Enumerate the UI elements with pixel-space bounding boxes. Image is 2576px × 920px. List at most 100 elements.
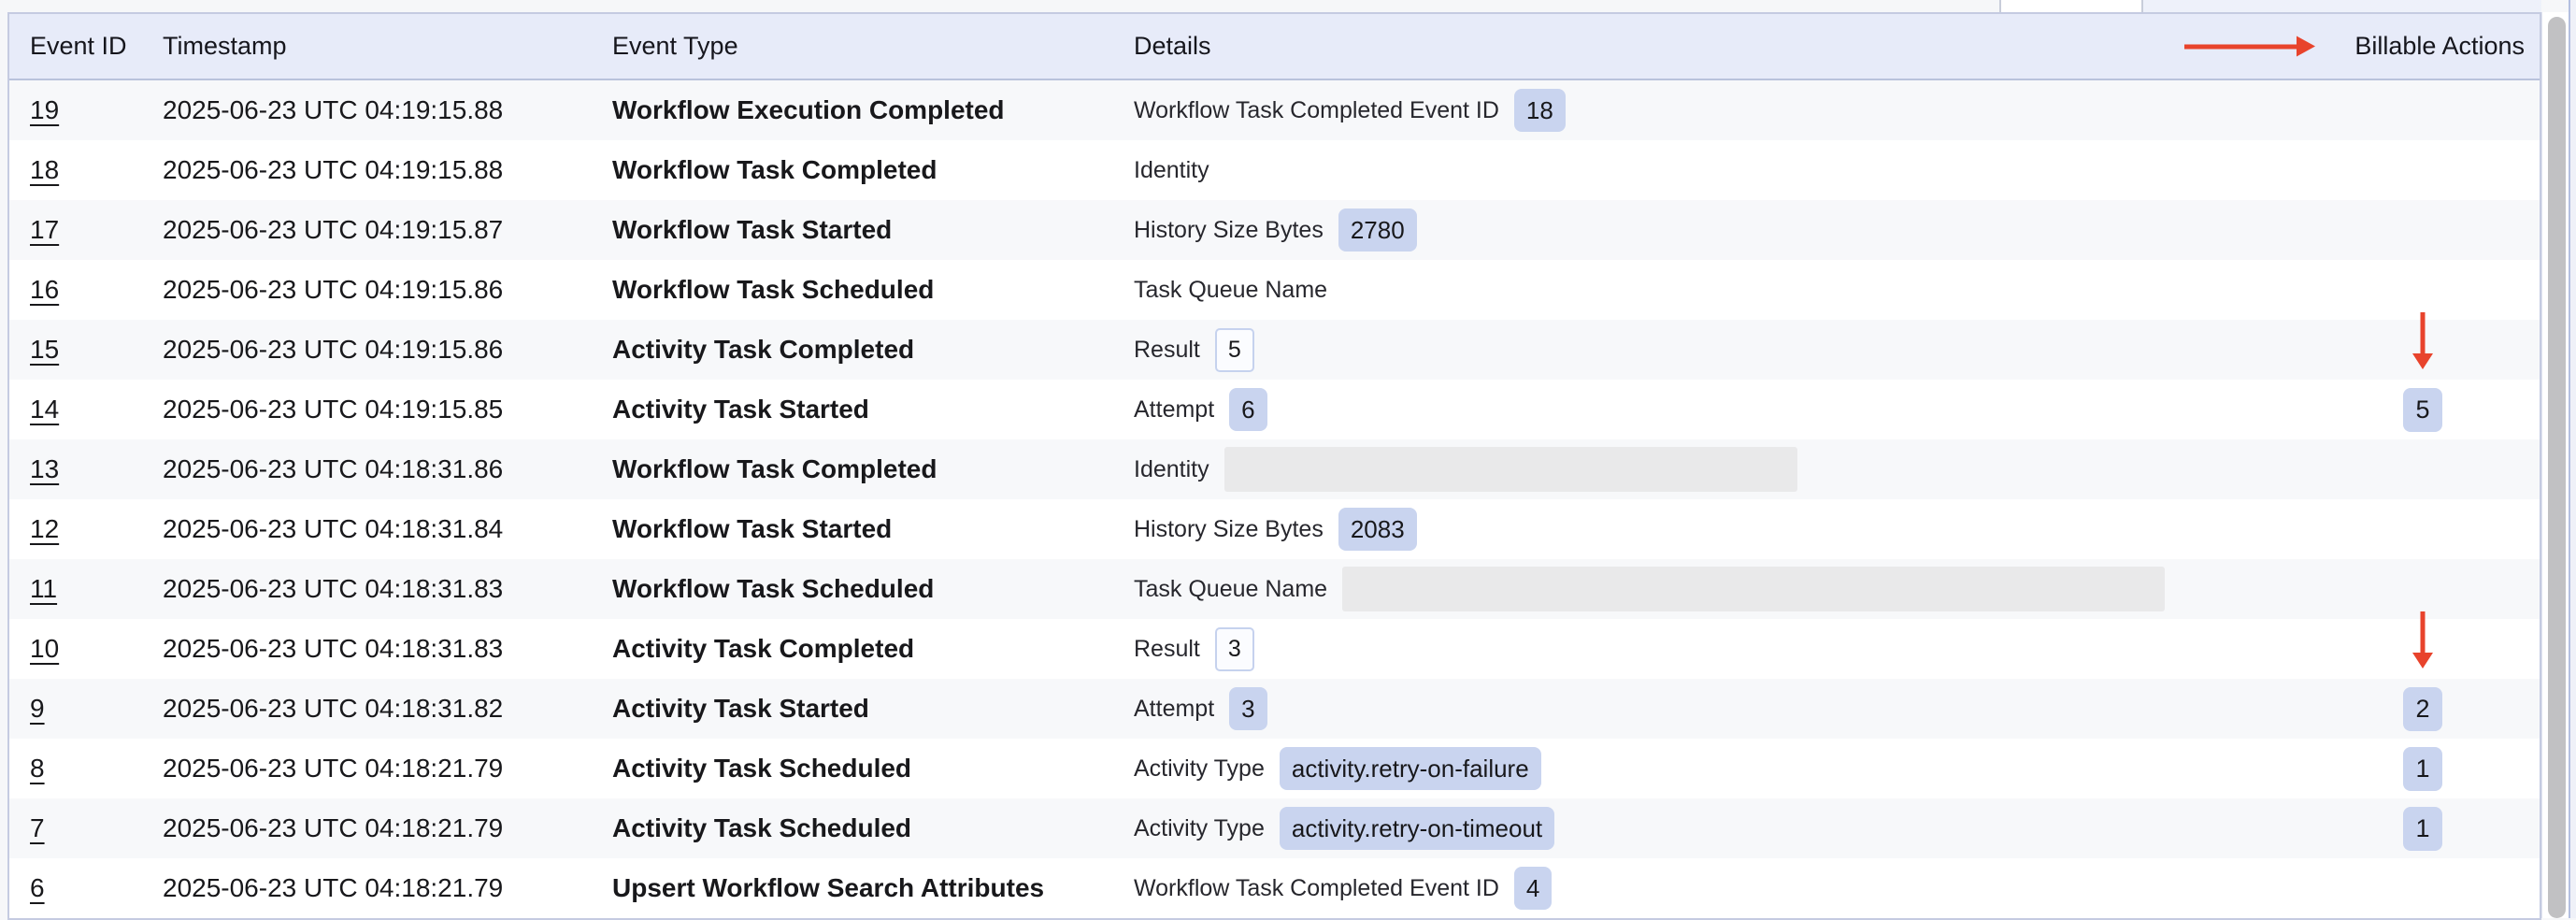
timestamp-cell: 2025-06-23 UTC 04:18:31.86 [155,454,612,484]
event-timestamp: 2025-06-23 UTC 04:18:31.82 [163,694,503,723]
billable-actions-cell [2306,200,2540,260]
event-row[interactable]: 122025-06-23 UTC 04:18:31.84Workflow Tas… [9,499,2540,559]
arrow-head [2412,653,2433,668]
event-id-link[interactable]: 14 [30,395,59,424]
billable-actions-cell [2306,619,2540,679]
event-timestamp: 2025-06-23 UTC 04:18:21.79 [163,754,503,783]
detail-label: Task Queue Name [1134,576,1327,603]
timestamp-cell: 2025-06-23 UTC 04:18:21.79 [155,754,612,783]
billable-actions-cell: 1 [2306,798,2540,858]
details-cell: Attempt6 [1134,388,2306,431]
event-id-link[interactable]: 11 [30,574,57,603]
billable-actions-cell: 2 [2306,679,2540,739]
event-row[interactable]: 19 2025-06-23 UTC 04:19:15.88 Workflow Exe… [9,80,2540,140]
arrow-head [2412,353,2433,369]
scrollbar-thumb[interactable] [2548,17,2566,918]
details-cell: Result5 [1134,328,2306,372]
event-type: Workflow Execution Completed [612,95,1005,124]
event-type-cell: Upsert Workflow Search Attributes [612,873,1134,903]
event-id-link[interactable]: 13 [30,454,59,483]
event-id-link[interactable]: 8 [30,754,45,783]
event-id-cell: 17 [9,215,155,245]
detail-label: Result [1134,337,1200,364]
top-bar [0,0,2576,12]
billable-actions-cell: 5 [2306,380,2540,439]
detail-label: Attempt [1134,396,1214,424]
event-type: Upsert Workflow Search Attributes [612,873,1044,902]
event-id-cell: 18 [9,155,155,185]
event-id-cell: 7 [9,813,155,843]
billable-actions-cell [2306,858,2540,918]
redacted-value-box [1342,567,2165,611]
billable-actions-cell [2306,140,2540,200]
event-type-cell: Activity Task Completed [612,335,1134,365]
event-row[interactable]: 172025-06-23 UTC 04:19:15.87Workflow Tas… [9,200,2540,260]
details-cell: Activity Typeactivity.retry-on-timeout [1134,807,2306,850]
event-id-link[interactable]: 7 [30,813,45,842]
event-id-cell: 12 [9,514,155,544]
event-row[interactable]: 112025-06-23 UTC 04:18:31.83Workflow Tas… [9,559,2540,619]
event-id-link[interactable]: 15 [30,335,59,364]
event-row[interactable]: 102025-06-23 UTC 04:18:31.83Activity Tas… [9,619,2540,679]
event-type-cell: Workflow Task Completed [612,454,1134,484]
event-id-link[interactable]: 6 [30,873,45,902]
event-row[interactable]: 18 2025-06-23 UTC 04:19:15.88Workflow Tas… [9,140,2540,200]
billable-actions-cell [2306,439,2540,499]
event-timestamp: 2025-06-23 UTC 04:19:15.85 [163,395,503,424]
event-type: Activity Task Started [612,395,869,424]
event-row[interactable]: 16 2025-06-23 UTC 04:19:15.86 Workflow Tas… [9,260,2540,320]
column-header-event-type[interactable]: Event Type [612,32,1134,61]
event-type: Activity Task Scheduled [612,813,911,842]
details-cell: Result3 [1134,627,2306,671]
event-type-cell: Workflow Task Scheduled [612,275,1134,305]
timestamp-cell: 2025-06-23 UTC 04:19:15.88 [155,95,612,125]
event-type-cell: Workflow Task Completed [612,155,1134,185]
vertical-scrollbar[interactable] [2541,12,2569,918]
top-cropped-control[interactable] [1999,0,2143,12]
event-id-cell: 10 [9,634,155,664]
event-row[interactable]: 13 2025-06-23 UTC 04:18:31.86Workflow Tas… [9,439,2540,499]
event-id-link[interactable]: 9 [30,694,45,723]
event-timestamp: 2025-06-23 UTC 04:19:15.86 [163,275,503,304]
detail-value-badge: activity.retry-on-failure [1280,747,1541,790]
event-id-link[interactable]: 12 [30,514,59,543]
event-id-link[interactable]: 10 [30,634,59,663]
column-header-timestamp[interactable]: Timestamp [155,32,612,61]
event-id-cell: 16 [9,275,155,305]
billable-actions-cell [2306,260,2540,320]
event-row[interactable]: 8 2025-06-23 UTC 04:18:21.79 Activity Task… [9,739,2540,798]
detail-value-badge: 18 [1514,89,1566,132]
timestamp-cell: 2025-06-23 UTC 04:19:15.87 [155,215,612,245]
detail-label: Task Queue Name [1134,277,1327,304]
event-type: Workflow Task Started [612,514,892,543]
detail-label: Attempt [1134,696,1214,723]
event-timestamp: 2025-06-23 UTC 04:19:15.88 [163,95,503,124]
event-row[interactable]: 152025-06-23 UTC 04:19:15.86Activity Tas… [9,320,2540,380]
event-row[interactable]: 6 2025-06-23 UTC 04:18:21.79 Upsert Workfl… [9,858,2540,918]
details-cell: Workflow Task Completed Event ID 18 [1134,89,2306,132]
billable-actions-cell [2306,559,2540,619]
redacted-value-box [1224,447,1797,492]
column-header-event-id[interactable]: Event ID [9,32,155,61]
event-row[interactable]: 92025-06-23 UTC 04:18:31.82Activity Task… [9,679,2540,739]
red-arrow-down-icon [2412,611,2433,669]
event-id-link[interactable]: 17 [30,215,59,244]
details-cell: Task Queue Name [1134,567,2306,611]
billable-actions-label: Billable Actions [2354,32,2525,61]
page-right-edge [2570,0,2576,918]
arrow-shaft [2421,611,2426,653]
event-id-link[interactable]: 16 [30,275,59,304]
event-id-link[interactable]: 18 [30,155,59,184]
timestamp-cell: 2025-06-23 UTC 04:19:15.88 [155,155,612,185]
event-type: Activity Task Scheduled [612,754,911,783]
detail-label: Identity [1134,456,1209,483]
event-row[interactable]: 72025-06-23 UTC 04:18:21.79Activity Task… [9,798,2540,858]
event-id-link[interactable]: 19 [30,95,59,124]
detail-label: Workflow Task Completed Event ID [1134,97,1499,124]
event-type: Workflow Task Completed [612,155,937,184]
event-type-cell: Workflow Execution Completed [612,95,1134,125]
billable-actions-count: 1 [2403,747,2442,791]
event-row[interactable]: 14 2025-06-23 UTC 04:19:15.85 Activity Tas… [9,380,2540,439]
event-timestamp: 2025-06-23 UTC 04:18:21.79 [163,873,503,902]
event-timestamp: 2025-06-23 UTC 04:18:31.83 [163,574,503,603]
